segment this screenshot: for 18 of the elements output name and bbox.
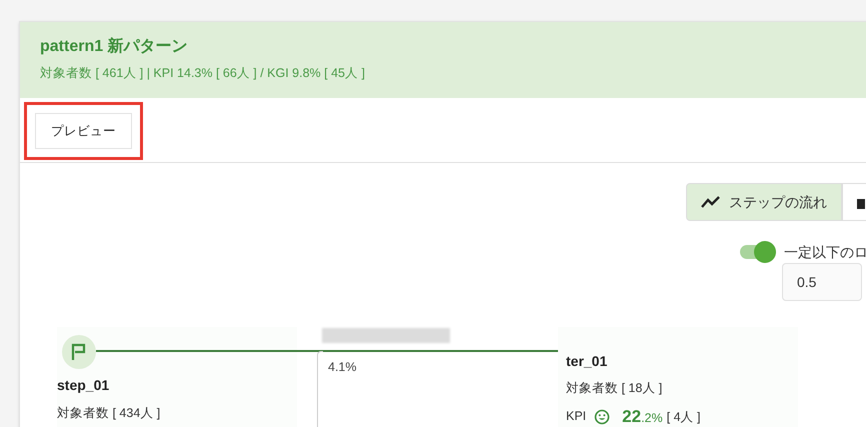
target-count: 対象者数 [ 18人 ]	[566, 380, 664, 397]
threshold-label: 一定以下のロ	[784, 242, 866, 262]
preview-button[interactable]: プレビュー	[35, 113, 132, 149]
threshold-input[interactable]: 0.5	[782, 263, 862, 301]
threshold-toggle[interactable]	[738, 240, 776, 264]
kpi-rate: 22	[622, 406, 642, 427]
pattern-title: pattern1 新パターン	[40, 36, 189, 57]
step-count: 対象者数 [ 434人 ]	[57, 405, 162, 422]
view-tab[interactable]: ステップの流れ	[686, 183, 842, 221]
rate-label: 4.1%	[328, 359, 356, 376]
pattern-summary: 対象者数 [ 461人 ] | KPI 14.3% [ 66人 ] / KGI 9.8% [ 45人 ]	[40, 65, 366, 82]
kpi-count: [ 4人 ]	[666, 409, 700, 426]
kpi-label: KPI	[566, 408, 586, 426]
smiley-icon	[594, 408, 610, 424]
step-name: step_01	[57, 376, 110, 395]
kpi-rate-decimal: .2%	[641, 410, 663, 427]
trend-line-icon	[701, 195, 721, 209]
target-name: ter_01	[566, 352, 608, 371]
